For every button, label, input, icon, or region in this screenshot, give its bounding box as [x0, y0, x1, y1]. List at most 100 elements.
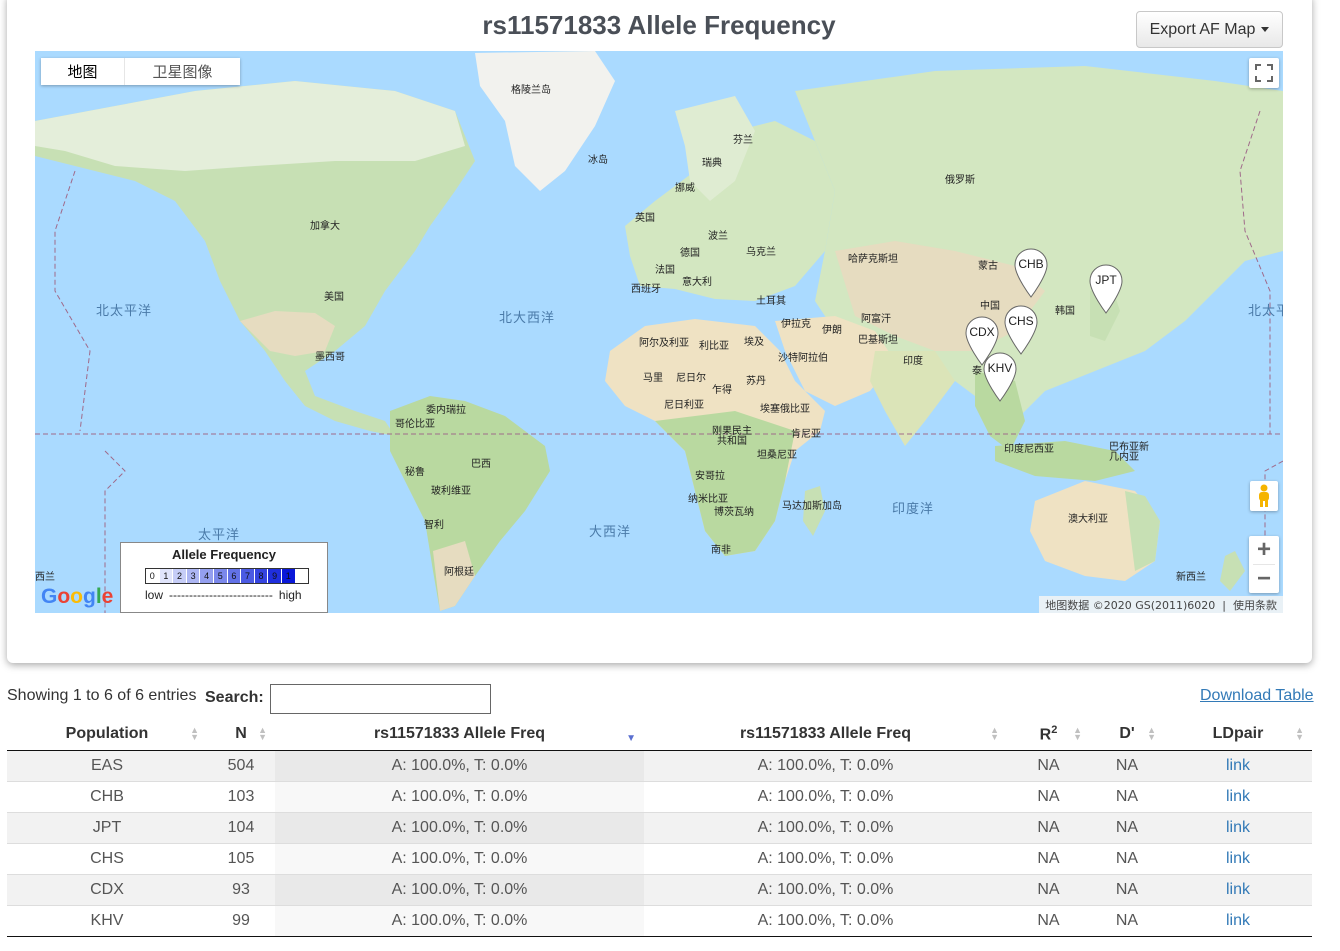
population-marker-chs[interactable]: CHS	[1004, 305, 1038, 355]
ldpair-link[interactable]: link	[1164, 904, 1312, 937]
legend-scale-cell: 8	[254, 569, 269, 583]
column-header-dprime[interactable]: D' ▲ ▼	[1090, 719, 1164, 751]
ldpair-link[interactable]: link	[1164, 811, 1312, 843]
table-row: CDX 93 A: 100.0%, T: 0.0% A: 100.0%, T: 0.0…	[7, 873, 1312, 905]
column-header-freq1[interactable]: rs11571833 Allele Freq ▼	[275, 719, 644, 751]
column-header-r2[interactable]: R2 ▲ ▼	[1007, 719, 1090, 751]
legend-range: low -------------------------- high	[145, 588, 327, 602]
map-label-png: 巴布亚新 几内亚	[1109, 442, 1149, 463]
map-label-nz-left: 西兰	[35, 572, 55, 583]
cell-freq2: A: 100.0%, T: 0.0%	[644, 842, 1007, 874]
marker-label: JPT	[1095, 273, 1117, 287]
map-label-russia: 俄罗斯	[945, 175, 975, 186]
caret-down-icon	[1261, 27, 1270, 32]
map-label-turkey: 土耳其	[756, 296, 786, 307]
zoom-out-button[interactable]: −	[1249, 565, 1279, 593]
map-label-sudan: 苏丹	[746, 376, 766, 387]
cell-r2: NA	[1007, 811, 1090, 843]
map-label-spain: 西班牙	[631, 284, 661, 295]
legend-scale-cell: 5	[213, 569, 228, 583]
marker-label: KHV	[987, 361, 1013, 375]
cell-dprime: NA	[1090, 842, 1164, 874]
table-row: CHB 103 A: 100.0%, T: 0.0% A: 100.0%, T: 0.…	[7, 780, 1312, 812]
marker-label: CHB	[1018, 257, 1044, 271]
cell-freq1: A: 100.0%, T: 0.0%	[275, 904, 644, 937]
map-label-china: 中国	[980, 301, 1000, 312]
map-label-usa: 美国	[324, 292, 344, 303]
ldpair-link[interactable]: link	[1164, 749, 1312, 781]
map-label-mongolia: 蒙古	[978, 261, 998, 272]
cell-dprime: NA	[1090, 811, 1164, 843]
cell-population: CDX	[7, 873, 207, 905]
column-header-population[interactable]: Population ▲ ▼	[7, 719, 207, 751]
cell-r2: NA	[1007, 904, 1090, 937]
cell-population: CHS	[7, 842, 207, 874]
population-marker-chb[interactable]: CHB	[1014, 248, 1048, 298]
legend-scale-cell: 7	[241, 569, 255, 583]
legend-scale-cell: 9	[268, 569, 282, 583]
terms-link[interactable]: 使用条款	[1233, 599, 1277, 612]
cell-n: 504	[207, 749, 275, 781]
cell-n: 104	[207, 811, 275, 843]
legend-scale-cell: 3	[186, 569, 201, 583]
legend-scale-cell: 1	[281, 569, 296, 583]
table-row: KHV 99 A: 100.0%, T: 0.0% A: 100.0%, T: 0.0…	[7, 904, 1312, 937]
export-label: Export AF Map	[1149, 20, 1256, 38]
download-table-link[interactable]: Download Table	[1200, 687, 1314, 705]
ocean-label-north-atlantic: 北大西洋	[499, 311, 556, 326]
column-header-ldpair[interactable]: LDpair ▲ ▼	[1164, 719, 1312, 751]
map-type-control: 地图 卫星图像	[41, 58, 240, 85]
legend-dashes: --------------------------	[169, 588, 273, 602]
cell-freq2: A: 100.0%, T: 0.0%	[644, 873, 1007, 905]
map-type-map-button[interactable]: 地图	[41, 58, 125, 85]
cell-freq1: A: 100.0%, T: 0.0%	[275, 873, 644, 905]
map-pin-icon	[1014, 248, 1048, 298]
cell-n: 105	[207, 842, 275, 874]
attribution-text: 地图数据 ©2020 GS(2011)6020	[1045, 599, 1216, 612]
map-label-angola: 安哥拉	[695, 471, 725, 482]
map-label-peru: 秘鲁	[405, 467, 425, 478]
fullscreen-button[interactable]	[1249, 58, 1279, 88]
map-label-argentina: 阿根廷	[444, 567, 474, 578]
ldpair-link[interactable]: link	[1164, 842, 1312, 874]
street-view-button[interactable]	[1250, 481, 1278, 511]
map-label-ukraine: 乌克兰	[746, 247, 776, 258]
column-header-n[interactable]: N ▲ ▼	[207, 719, 275, 751]
allele-frequency-map[interactable]: 格陵兰岛 冰岛 芬兰 瑞典 挪威 俄罗斯 英国 波兰 德国 乌克兰 哈萨克斯坦 …	[35, 51, 1283, 613]
zoom-in-button[interactable]: +	[1249, 536, 1279, 564]
search-input[interactable]	[270, 684, 491, 714]
cell-freq2: A: 100.0%, T: 0.0%	[644, 749, 1007, 781]
sort-icon: ▲ ▼	[1295, 725, 1304, 742]
ocean-label-north-pacific-left: 北太平洋	[96, 304, 153, 319]
cell-dprime: NA	[1090, 904, 1164, 937]
page-title: rs11571833 Allele Frequency	[482, 10, 836, 40]
fullscreen-icon	[1255, 64, 1273, 82]
map-type-satellite-button[interactable]: 卫星图像	[125, 58, 240, 85]
sort-icon: ▲ ▼	[1073, 725, 1082, 742]
ocean-label-indian: 印度洋	[892, 502, 935, 517]
export-af-map-button[interactable]: Export AF Map	[1136, 11, 1283, 48]
map-label-iraq: 伊拉克	[781, 319, 811, 330]
legend-low: low	[145, 588, 164, 602]
map-label-afghanistan: 阿富汗	[861, 314, 891, 325]
map-label-mexico: 墨西哥	[315, 352, 345, 363]
population-marker-jpt[interactable]: JPT	[1089, 264, 1123, 314]
ocean-label-north-pacific-right: 北太平	[1248, 304, 1283, 319]
map-label-venezuela: 委内瑞拉	[426, 405, 466, 416]
cell-r2: NA	[1007, 749, 1090, 781]
map-label-finland: 芬兰	[733, 135, 753, 146]
population-marker-khv[interactable]: KHV	[983, 352, 1017, 402]
table-header-row: Population ▲ ▼ N ▲ ▼ rs11571833 Allele Freq ▼…	[7, 719, 1312, 751]
column-header-freq2[interactable]: rs11571833 Allele Freq ▲ ▼	[644, 719, 1007, 751]
map-label-tanzania: 坦桑尼亚	[757, 450, 797, 461]
map-label-madagascar: 马达加斯加岛	[782, 501, 842, 512]
map-label-italy: 意大利	[682, 277, 712, 288]
map-label-indonesia: 印度尼西亚	[1004, 444, 1054, 455]
pegman-icon	[1259, 484, 1269, 507]
sort-icon: ▲ ▼	[1147, 725, 1156, 742]
ldpair-link[interactable]: link	[1164, 780, 1312, 812]
map-label-kenya: 肯尼亚	[791, 429, 821, 440]
cell-freq2: A: 100.0%, T: 0.0%	[644, 904, 1007, 937]
map-label-libya: 利比亚	[699, 341, 729, 352]
ldpair-link[interactable]: link	[1164, 873, 1312, 905]
